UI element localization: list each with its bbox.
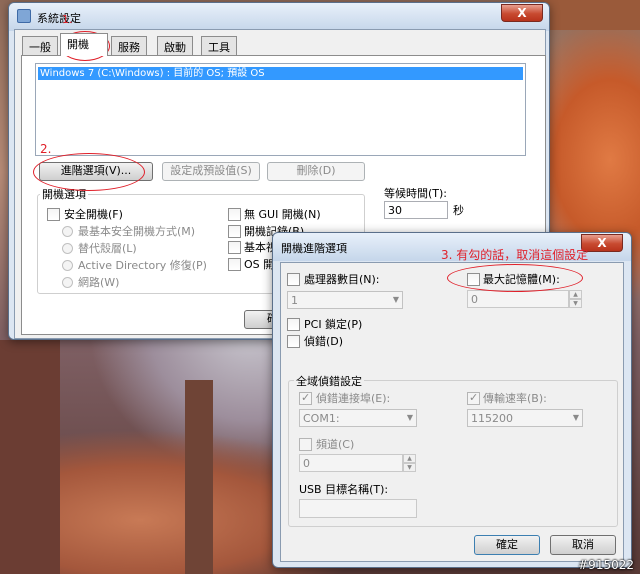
num-proc-value: 1 bbox=[291, 294, 298, 307]
safe-boot-checkbox[interactable] bbox=[47, 208, 60, 221]
channel-label: 頻道(C) bbox=[316, 438, 355, 451]
base-video-checkbox[interactable] bbox=[228, 241, 241, 254]
channel-input[interactable]: 0 bbox=[299, 454, 403, 472]
os-list[interactable]: Windows 7 (C:\Windows) : 目前的 OS; 預設 OS bbox=[35, 63, 526, 156]
baud-label: 傳輸速率(B): bbox=[483, 392, 547, 405]
safe-boot-label: 安全開機(F) bbox=[64, 208, 123, 221]
debug-port-value: COM1: bbox=[303, 412, 340, 425]
num-proc-label: 處理器數目(N): bbox=[304, 273, 380, 286]
chevron-down-icon: ▼ bbox=[572, 413, 579, 422]
spin-down-icon[interactable]: ▼ bbox=[569, 299, 582, 308]
timeout-unit: 秒 bbox=[453, 204, 464, 217]
timeout-label: 等候時間(T): bbox=[384, 187, 448, 200]
window-title: 系統設定 bbox=[37, 12, 81, 25]
baud-select[interactable]: 115200 ▼ bbox=[467, 409, 583, 427]
ad-repair-radio[interactable] bbox=[62, 260, 73, 271]
dialog-title: 開機進階選項 bbox=[281, 242, 347, 255]
network-radio[interactable] bbox=[62, 277, 73, 288]
minimal-radio[interactable] bbox=[62, 226, 73, 237]
titlebar: 系統設定 X bbox=[9, 3, 549, 31]
alternate-shell-radio[interactable] bbox=[62, 243, 73, 254]
app-icon bbox=[17, 9, 31, 23]
baud-checkbox[interactable]: ✓ bbox=[467, 391, 480, 405]
dialog-ok-button[interactable]: 確定 bbox=[474, 535, 540, 555]
ad-repair-label: Active Directory 修復(P) bbox=[78, 259, 207, 272]
channel-checkbox[interactable] bbox=[299, 438, 312, 451]
minimal-radio-label: 最基本安全開機方式(M) bbox=[78, 225, 196, 238]
tab-boot[interactable]: 開機 bbox=[60, 33, 108, 56]
alternate-shell-label: 替代殼層(L) bbox=[78, 242, 137, 255]
os-list-item[interactable]: Windows 7 (C:\Windows) : 目前的 OS; 預設 OS bbox=[38, 67, 523, 80]
spin-up-icon[interactable]: ▲ bbox=[569, 290, 582, 299]
debug-port-checkbox[interactable]: ✓ bbox=[299, 391, 312, 405]
debug-port-select[interactable]: COM1: ▼ bbox=[299, 409, 417, 427]
timeout-input[interactable]: 30 bbox=[384, 201, 448, 219]
usb-target-input[interactable] bbox=[299, 499, 417, 518]
spin-down-icon[interactable]: ▼ bbox=[403, 463, 416, 472]
set-default-button[interactable]: 設定成預設值(S) bbox=[162, 162, 260, 181]
no-gui-boot-checkbox[interactable] bbox=[228, 208, 241, 221]
annotation-step1: 1. bbox=[62, 13, 73, 26]
network-label: 網路(W) bbox=[78, 276, 120, 289]
tab-startup[interactable]: 啟動 bbox=[157, 36, 193, 55]
annotation-circle-max-mem bbox=[447, 264, 583, 292]
tab-tools[interactable]: 工具 bbox=[201, 36, 237, 55]
debug-checkbox[interactable] bbox=[287, 335, 300, 348]
annotation-step3: 3. 有勾的話，取消這個設定 bbox=[441, 248, 589, 262]
pci-lock-label: PCI 鎖定(P) bbox=[304, 318, 363, 331]
watermark: #915022 bbox=[578, 558, 634, 572]
dialog-cancel-button[interactable]: 取消 bbox=[550, 535, 616, 555]
annotation-step2: 2. bbox=[40, 142, 52, 156]
global-debug-label: 全域偵錯設定 bbox=[294, 373, 364, 389]
tab-services[interactable]: 服務 bbox=[111, 36, 147, 55]
chevron-down-icon: ▼ bbox=[406, 413, 413, 422]
debug-label: 偵錯(D) bbox=[304, 335, 344, 348]
delete-button[interactable]: 刪除(D) bbox=[267, 162, 365, 181]
pci-lock-checkbox[interactable] bbox=[287, 318, 300, 331]
debug-port-label: 偵錯連接埠(E): bbox=[316, 392, 391, 405]
no-gui-boot-label: 無 GUI 開機(N) bbox=[244, 208, 321, 221]
num-proc-select[interactable]: 1 ▼ bbox=[287, 291, 403, 309]
os-boot-info-checkbox[interactable] bbox=[228, 258, 241, 271]
max-mem-input[interactable]: 0 bbox=[467, 290, 569, 308]
rock-spire bbox=[185, 380, 213, 574]
boot-log-checkbox[interactable] bbox=[228, 225, 241, 238]
tab-general[interactable]: 一般 bbox=[22, 36, 58, 55]
baud-value: 115200 bbox=[471, 412, 513, 425]
rock-formation bbox=[0, 340, 60, 574]
annotation-circle-advanced bbox=[33, 153, 145, 191]
usb-target-label: USB 目標名稱(T): bbox=[299, 483, 389, 496]
spin-up-icon[interactable]: ▲ bbox=[403, 454, 416, 463]
close-button[interactable]: X bbox=[501, 4, 543, 22]
num-proc-checkbox[interactable] bbox=[287, 273, 300, 286]
chevron-down-icon: ▼ bbox=[392, 295, 399, 304]
